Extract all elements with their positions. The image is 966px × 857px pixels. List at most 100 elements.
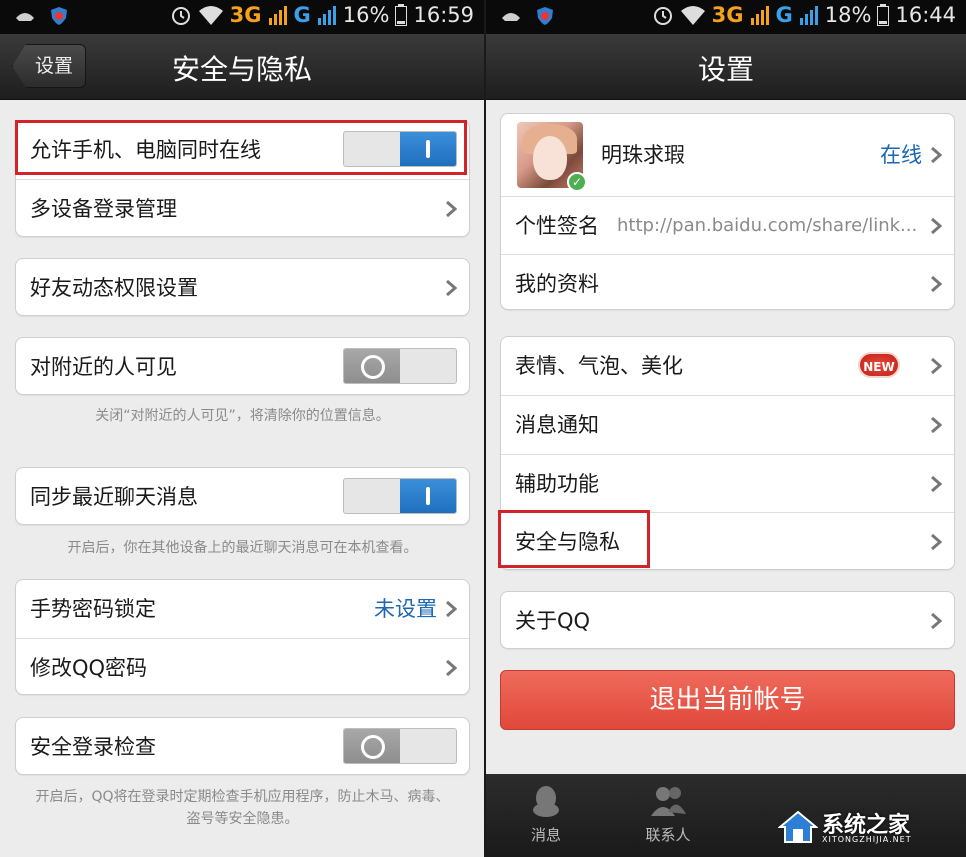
notification-icon [502,13,520,21]
nearby-visible-label: 对附近的人可见 [30,355,177,379]
allow-online-row[interactable]: 允许手机、电脑同时在线 [16,121,469,179]
emoji-label: 表情、气泡、美化 [515,354,683,378]
notification-icon [16,13,34,21]
sync-chat-row[interactable]: 同步最近聊天消息 [16,468,469,526]
battery-percent: 16% [342,3,390,27]
watermark-sub: XITONGZHIJIA.NET [822,835,912,844]
security-privacy-row[interactable]: 安全与隐私 [501,512,954,570]
settings-group-password: 手势密码锁定 未设置 修改QQ密码 [15,579,470,695]
multi-device-row[interactable]: 多设备登录管理 [16,179,469,237]
signal-icon [317,6,336,25]
security-privacy-label: 安全与隐私 [515,530,620,554]
avatar: ✓ [517,122,587,192]
chevron-right-icon [931,475,942,493]
change-password-row[interactable]: 修改QQ密码 [16,638,469,696]
friend-feed-label: 好友动态权限设置 [30,276,198,300]
notifications-row[interactable]: 消息通知 [501,395,954,453]
profile-name: 明珠求瑕 [601,143,685,167]
tab-contacts[interactable]: 联系人 [618,784,718,845]
gesture-lock-value: 未设置 [374,597,437,621]
title-bar: 设置 [486,34,966,100]
accessibility-row[interactable]: 辅助功能 [501,454,954,512]
settings-group-sync: 同步最近聊天消息 [15,467,470,525]
profile-status: 在线 [880,143,922,167]
chevron-right-icon [931,612,942,630]
network-3g-label: 3G [711,3,744,27]
chevron-right-icon [931,416,942,434]
battery-icon [877,4,890,26]
page-title: 设置 [697,53,754,86]
wifi-icon [680,6,705,25]
signal-icon [268,6,287,25]
safe-login-row[interactable]: 安全登录检查 [16,718,469,776]
safe-login-toggle[interactable] [343,728,457,764]
chevron-right-icon [931,533,942,551]
online-check-icon: ✓ [567,172,587,192]
watermark: 系统之家 XITONGZHIJIA.NET [778,805,958,853]
about-row[interactable]: 关于QQ [501,592,954,650]
alarm-icon [171,7,190,25]
chevron-right-icon [446,200,457,218]
clock: 16:59 [413,3,474,27]
settings-screen: 3G G 18% 16:44 设置 ✓ 明珠求瑕 在线 个性签名 http://… [484,0,966,857]
status-bar: 3G G 18% 16:44 [486,0,966,34]
accessibility-label: 辅助功能 [515,472,599,496]
settings-group-profile: ✓ 明珠求瑕 在线 个性签名 http://pan.baidu.com/shar… [500,113,955,310]
network-3g-label: 3G [229,3,262,27]
penguin-icon [533,786,559,817]
tab-messages-label: 消息 [530,826,561,844]
allow-online-toggle[interactable] [343,131,457,167]
chevron-right-icon [931,275,942,293]
sync-chat-toggle[interactable] [343,478,457,514]
logout-button[interactable]: 退出当前帐号 [500,670,955,730]
gesture-lock-row[interactable]: 手势密码锁定 未设置 [16,580,469,638]
status-bar: 3G G 16% 16:59 [0,0,484,34]
friend-feed-row[interactable]: 好友动态权限设置 [16,259,469,317]
clock: 16:44 [895,3,956,27]
security-privacy-screen: 3G G 16% 16:59 设置 安全与隐私 允许手机、电脑同时在线 多设备登… [0,0,484,857]
signature-label: 个性签名 [515,214,599,238]
sync-note: 开启后，你在其他设备上的最近聊天消息可在本机查看。 [67,540,418,556]
profile-row[interactable]: ✓ 明珠求瑕 在线 [501,114,954,196]
chevron-right-icon [931,146,942,164]
house-logo-icon [778,810,818,843]
network-g-label: G [775,3,793,27]
chevron-right-icon [446,279,457,297]
settings-group-general: 表情、气泡、美化 NEW 消息通知 辅助功能 安全与隐私 [500,336,955,570]
settings-group-nearby: 对附近的人可见 [15,337,470,395]
nearby-note: 关闭“对附近的人可见”，将清除你的位置信息。 [95,408,390,424]
emoji-row[interactable]: 表情、气泡、美化 NEW [501,337,954,395]
nearby-visible-row[interactable]: 对附近的人可见 [16,338,469,396]
chevron-right-icon [446,659,457,677]
alarm-icon [653,7,672,25]
change-password-label: 修改QQ密码 [30,656,148,680]
my-profile-row[interactable]: 我的资料 [501,254,954,312]
signature-row[interactable]: 个性签名 http://pan.baidu.com/share/link... [501,196,954,254]
allow-online-label: 允许手机、电脑同时在线 [30,138,261,162]
signal-icon [750,6,769,25]
shield-icon [51,7,67,25]
network-g-label: G [293,3,311,27]
settings-group-safe-login: 安全登录检查 [15,717,470,775]
tab-contacts-label: 联系人 [645,826,691,844]
contacts-icon [651,787,686,816]
nearby-visible-toggle[interactable] [343,348,457,384]
my-profile-label: 我的资料 [515,272,599,296]
chevron-right-icon [446,600,457,618]
shield-icon [537,7,553,25]
chevron-right-icon [931,217,942,235]
battery-percent: 18% [824,3,872,27]
new-badge: NEW [858,352,900,378]
battery-icon [395,4,408,26]
chevron-right-icon [931,357,942,375]
settings-group-friends: 好友动态权限设置 [15,258,470,316]
safe-login-note: 开启后，QQ将在登录时定期检查手机应用程序，防止木马、病毒、盗号等安全隐患。 [35,789,450,827]
notifications-label: 消息通知 [515,413,599,437]
title-bar: 设置 安全与隐私 [0,34,484,100]
tab-messages[interactable]: 消息 [496,784,596,845]
safe-login-label: 安全登录检查 [30,735,156,759]
sync-chat-label: 同步最近聊天消息 [30,485,198,509]
settings-group-online: 允许手机、电脑同时在线 多设备登录管理 [15,120,470,237]
signal-icon [799,6,818,25]
multi-device-label: 多设备登录管理 [30,197,177,221]
